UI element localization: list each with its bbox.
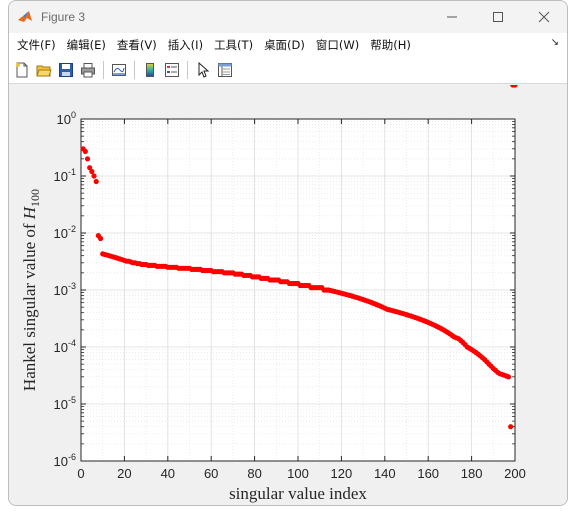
data-point — [84, 156, 91, 162]
insert-legend-icon — [165, 63, 179, 77]
toolbar-separator — [187, 61, 188, 79]
data-point — [93, 178, 99, 185]
property-inspector-icon — [218, 63, 232, 77]
y-tick-label: 10-2 — [54, 224, 76, 241]
x-tick-label: 100 — [287, 466, 309, 481]
link-plot-icon — [112, 64, 126, 76]
y-tick-label: 10-5 — [54, 395, 76, 412]
y-axis-label-subscript: 100 — [28, 189, 42, 207]
insert-legend-button[interactable] — [162, 60, 182, 80]
data-point — [508, 424, 514, 430]
print-icon — [81, 63, 95, 78]
menu-bar: 文件(F) 编辑(E) 查看(V) 插入(I) 工具(T) 桌面(D) 窗口(W… — [9, 33, 567, 57]
maximize-button[interactable] — [475, 1, 521, 33]
scatter-chart[interactable]: 0 20 40 60 80 100 120 140 160 180 200 10-6 10-5 10-4… — [9, 82, 567, 505]
x-tick-label: 20 — [117, 466, 131, 481]
insert-colorbar-icon — [146, 63, 154, 77]
menu-edit[interactable]: 编辑(E) — [63, 37, 113, 53]
toolbar-separator — [134, 61, 135, 79]
edit-plot-icon — [198, 62, 210, 78]
x-tick-label: 120 — [331, 466, 353, 481]
y-tick-label: 100 — [57, 110, 76, 127]
link-plot-button[interactable] — [109, 60, 129, 80]
print-button[interactable] — [78, 60, 98, 80]
matlab-app-icon — [17, 9, 33, 25]
open-file-button[interactable] — [34, 60, 54, 80]
x-tick-label: 140 — [374, 466, 396, 481]
x-tick-label: 180 — [461, 466, 483, 481]
minimize-button[interactable] — [429, 1, 475, 33]
y-tick-label: 10-1 — [54, 167, 76, 184]
save-button[interactable] — [56, 60, 76, 80]
y-tick-label: 10-4 — [54, 338, 76, 355]
x-tick-label: 0 — [77, 466, 84, 481]
window-controls — [429, 1, 567, 33]
y-tick-label: 10-3 — [54, 281, 76, 298]
title-bar: Figure 3 — [9, 1, 567, 33]
y-tick-label: 10-6 — [54, 452, 76, 469]
window-title: Figure 3 — [41, 10, 86, 24]
close-icon — [538, 11, 550, 23]
save-icon — [59, 63, 73, 77]
edit-plot-button[interactable] — [193, 60, 213, 80]
menu-insert[interactable]: 插入(I) — [164, 37, 210, 53]
dock-arrow-icon[interactable]: ↘ — [551, 37, 559, 48]
x-tick-label: 160 — [417, 466, 439, 481]
menu-tools[interactable]: 工具(T) — [210, 37, 260, 53]
figure-window: Figure 3 文件(F) 编辑(E) 查看(V) 插入(I) 工具(T) 桌… — [8, 0, 568, 506]
insert-colorbar-button[interactable] — [140, 60, 160, 80]
menu-help[interactable]: 帮助(H) — [366, 37, 418, 53]
toolbar — [9, 57, 567, 84]
menu-window[interactable]: 窗口(W) — [312, 37, 366, 53]
x-tick-label: 80 — [247, 466, 261, 481]
x-tick-label: 200 — [504, 466, 526, 481]
figure-canvas: 0 20 40 60 80 100 120 140 160 180 200 10-6 10-5 10-4… — [9, 82, 567, 505]
y-axis-label: Hankel singular value of H100 — [20, 189, 42, 391]
menu-file[interactable]: 文件(F) — [13, 37, 63, 53]
close-button[interactable] — [521, 1, 567, 33]
menu-desktop[interactable]: 桌面(D) — [260, 37, 312, 53]
property-inspector-button[interactable] — [215, 60, 235, 80]
x-tick-label: 40 — [161, 466, 175, 481]
data-point — [89, 168, 95, 175]
new-figure-button[interactable] — [12, 60, 32, 80]
minimize-icon — [447, 16, 457, 18]
open-file-icon — [36, 65, 52, 77]
data-point — [82, 148, 88, 155]
data-point — [505, 374, 512, 380]
toolbar-separator — [103, 61, 104, 79]
new-figure-icon — [16, 62, 28, 78]
maximize-icon — [493, 12, 503, 22]
x-tick-label: 60 — [204, 466, 218, 481]
menu-view[interactable]: 查看(V) — [113, 37, 164, 53]
y-axis-label-prefix: Hankel singular value of — [20, 219, 39, 391]
data-point — [97, 235, 104, 242]
data-point — [91, 173, 97, 179]
x-axis-label: singular value index — [229, 484, 367, 503]
